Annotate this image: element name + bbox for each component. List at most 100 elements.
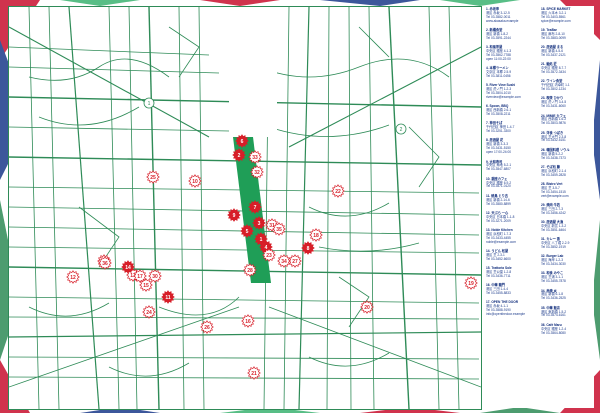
legend-entry[interactable]: 12. 天ぷら 一心 中央区 日本橋 1-1-8 Tel 03-3271-2009 xyxy=(486,211,540,224)
legend-entry-detail: Tel 03-3437-2121 xyxy=(541,52,566,57)
legend-entry[interactable]: 14. うどん 松屋 港区 芝 2-3-1 Tel 03-3452-6600 xyxy=(486,249,540,262)
legend-entry-detail: Tel 03-3508-2211 xyxy=(486,112,511,117)
map-marker-34[interactable]: 34 xyxy=(277,254,291,268)
map-marker-11[interactable]: 11 xyxy=(161,290,175,304)
legend-entry[interactable]: 30. 居酒屋 大漁 中央区 新富 1-3-2 Tel 03-3551-6464 xyxy=(541,220,594,233)
legend-entry[interactable]: 20. 居酒屋 まる 港区 新橋 4-5-6 Tel 03-3437-2121 xyxy=(541,45,594,58)
marker-number: 5 xyxy=(246,229,249,235)
legend-entry[interactable]: 23. 喫茶 ひかり 港区 虎ノ門 3-4-5 Tel 03-3431-6060 xyxy=(541,97,594,109)
legend-entry[interactable]: 3. 和風茶屋 中央区 銀座 4-1-3 Tel 03-3562-7788 open … xyxy=(486,45,540,62)
marker-number: 17 xyxy=(137,274,143,280)
legend-entry[interactable]: 4. 本郷ラーメン 文京区 本郷 2-5-9 Tel 03-3811-0456 xyxy=(486,66,540,79)
legend-entry[interactable]: 27. そば処 藤港区 浜松町 2-1-4 Tel 03-3459-2828 xyxy=(541,165,594,178)
legend-entry[interactable]: 25. 洋食 つばき 港区 芝大門 2-3-8 Tel 03-3432-5151 xyxy=(541,131,594,144)
legend-entry[interactable]: 9. 大和寿司 中央区 築地 5-2-1 Tel 03-3547-6807 xyxy=(486,160,540,173)
legend-entry-detail: Tel 03-3455-8833 xyxy=(486,290,511,295)
map-marker-16[interactable]: 16 xyxy=(241,314,255,328)
map-marker-19[interactable]: 19 xyxy=(464,276,478,290)
map-marker-30[interactable]: 30 xyxy=(148,269,162,283)
legend-entry-detail: Tel 03-3251-3300 xyxy=(486,129,511,134)
legend-entry-detail: Tel 03-3574-6161 xyxy=(541,313,566,318)
legend-panel: 1. 赤坂亭 港区 赤坂 3-12-5 Tel 03-3582-0011 www.ak… xyxy=(482,6,594,408)
legend-entry[interactable]: 29. 焼肉 牛若 港区 三田 2-7-3 Tel 03-3456-4242 xyxy=(541,203,594,216)
legend-entry[interactable]: 10. 銀座カフェ 中央区 銀座 6-9-2 Tel 03-3571-0120 xyxy=(486,177,540,190)
legend-entry[interactable]: 8. 居酒屋 花港区 新橋 3-3-3 Tel 03-3431-5150 open … xyxy=(486,139,540,155)
legend-entry[interactable]: 16. 中華 龍門 港区 三田 1-4-4 Tel 03-3455-8833 xyxy=(486,283,540,296)
marker-number: 8 xyxy=(307,246,310,252)
marker-number: 23 xyxy=(266,253,272,259)
map-marker-22[interactable]: 22 xyxy=(331,184,345,198)
legend-entry[interactable]: 26. 韓国料理 ソウル 港区 新橋 5-2-2 Tel 03-3438-7373 xyxy=(541,148,594,161)
marker-number: 12 xyxy=(70,275,76,281)
marker-number: 33 xyxy=(252,155,258,161)
marker-number: 28 xyxy=(247,268,253,274)
legend-entry[interactable]: 32. Burger Lab 港区 海岸 1-2-3 Tel 03-3434-303… xyxy=(541,254,594,267)
legend-entry-detail: spice@example.com xyxy=(541,18,571,23)
legend-entry-detail: Tel 03-3502-1234 xyxy=(541,87,566,92)
legend-entry[interactable]: 5. River View Sushi 港区 虎ノ門 1-2-3 Tel 03-35… xyxy=(486,83,540,100)
map-marker-10[interactable]: 10 xyxy=(188,174,202,188)
legend-entry-detail: Tel 03-3271-2009 xyxy=(486,218,511,223)
legend-entry[interactable]: 6. Spoon, BBQ 港区 西新橋 2-6-1 Tel 03-3508-221… xyxy=(486,104,540,117)
marker-number: 1 xyxy=(260,237,263,243)
legend-entry-detail: Tel 03-3432-5151 xyxy=(541,138,566,143)
marker-number: 3 xyxy=(258,221,261,227)
route-label-1: 1 xyxy=(143,97,155,109)
legend-entry-detail: riverview@example.com xyxy=(486,94,521,99)
legend-entry-detail: www.akasaka.example xyxy=(486,18,519,23)
marker-number: 18 xyxy=(313,233,319,239)
legend-entry-detail: Tel 03-3551-6464 xyxy=(541,227,566,232)
legend-entry-detail: Tel 03-3455-7878 xyxy=(541,279,566,284)
legend-entry-detail: Tel 03-3583-0099 xyxy=(541,35,566,40)
marker-number: 22 xyxy=(335,189,341,195)
map-marker-20[interactable]: 20 xyxy=(360,300,374,314)
legend-entry[interactable]: 33. 和食 みやこ 港区 芝浦 3-1-1 Tel 03-3455-7878 xyxy=(541,272,594,284)
legend-entry[interactable]: 7. 神田そば 千代田区 神田 1-4-7 Tel 03-3251-3300 xyxy=(486,121,540,134)
marker-number: 30 xyxy=(152,274,158,280)
legend-column-left: 1. 赤坂亭 港区 赤坂 3-12-5 Tel 03-3582-0011 www.ak… xyxy=(486,7,540,322)
legend-entry[interactable]: 13. Noble Kitchen 港区 浜松町 1-7-3 Tel 03-3433… xyxy=(486,228,540,245)
legend-entry[interactable]: 24. MIMIE カフェ 港区 西新橋 1-6-2 Tel 03-3503-987… xyxy=(541,114,594,127)
legend-entry[interactable]: 36. Café Maru 中央区 銀座 1-2-4 Tel 03-3564-808… xyxy=(541,323,594,336)
map-marker-21[interactable]: 21 xyxy=(247,366,261,380)
legend-entry[interactable]: 18. SPICE MARKET 港区 六本木 3-2-1 Tel 03-3403-… xyxy=(541,7,594,24)
marker-number: 16 xyxy=(245,319,251,325)
legend-entry[interactable]: 31. カレー 香中央区 八丁堀 2-2-9 Tel 03-3552-1919 xyxy=(541,237,594,250)
legend-entry[interactable]: 17. OPEN THE DOOR 港区 赤坂 4-1-1 Tel 03-3588-… xyxy=(486,300,540,317)
map-marker-12[interactable]: 12 xyxy=(66,270,80,284)
marker-number: 6 xyxy=(241,139,244,145)
legend-entry[interactable]: 21. 鮨処 匠中央区 銀座 8-7-7 Tel 03-3572-3434 xyxy=(541,62,594,75)
legend-entry[interactable]: 15. Trattoria Sole 港区 芝公園 1-2-8 Tel 03-343… xyxy=(486,266,540,279)
marker-number: 2 xyxy=(238,153,241,159)
legend-entry-detail: noble@example.com xyxy=(486,239,516,244)
map-marker-24[interactable]: 24 xyxy=(142,305,156,319)
legend-entry[interactable]: 35. 中華 飯店 港区 東新橋 1-5-2 Tel 03-3574-6161 xyxy=(541,306,594,319)
marker-number: 11 xyxy=(165,295,171,301)
legend-entry-detail: Tel 03-3436-7711 xyxy=(486,273,511,278)
legend-entry[interactable]: 22. ワイン食堂 千代田区 内幸町 1-1 Tel 03-3502-1234 xyxy=(541,79,594,92)
street-map[interactable]: 1 2 1 2 3 4 5 6 7 8 9 10 11 12 13 14 15 16 17 18 19 20 21 22 2… xyxy=(8,6,482,410)
marker-number: 20 xyxy=(364,305,370,311)
legend-entry[interactable]: 2. 新橋食堂 港区 新橋 1-8-2 Tel 03-3591-2244 xyxy=(486,28,540,41)
legend-entry-detail: Tel 03-3431-6060 xyxy=(541,104,566,109)
marker-number: 10 xyxy=(192,179,198,185)
legend-entry-detail: Tel 03-3452-6600 xyxy=(486,256,511,261)
map-marker-18[interactable]: 18 xyxy=(309,228,323,242)
legend-entry-detail: Tel 03-3580-8899 xyxy=(486,201,511,206)
legend-entry-detail: Tel 03-3434-3030 xyxy=(541,262,566,267)
map-marker-25[interactable]: 25 xyxy=(146,170,160,184)
marker-number: 26 xyxy=(204,325,210,331)
legend-entry[interactable]: 19. TeaBar 港区 麻布 2-8-10 Tel 03-3583-0099 xyxy=(541,28,594,41)
legend-entry[interactable]: 34. 串焼 炎港区 新橋 6-1-8 Tel 03-3436-2525 xyxy=(541,289,594,302)
legend-entry-detail: Tel 03-3571-0120 xyxy=(486,184,511,189)
park-area xyxy=(229,7,277,137)
marker-number: 36 xyxy=(102,261,108,267)
marker-number: 7 xyxy=(254,205,257,211)
map-markers: 123456789101112 1314151617181920212223242… xyxy=(66,134,478,380)
legend-entry[interactable]: 28. Bistro Vert 港区 芝 3-5-7 Tel 03-3454-151… xyxy=(541,182,594,199)
legend-entry-detail: Tel 03-3811-0456 xyxy=(486,73,511,78)
legend-entry[interactable]: 11. 焼鳥 とり吉 港区 新橋 2-14-6 Tel 03-3580-8899 xyxy=(486,194,540,207)
marker-number: 14 xyxy=(125,265,131,271)
legend-entry[interactable]: 1. 赤坂亭 港区 赤坂 3-12-5 Tel 03-3582-0011 www.ak… xyxy=(486,7,540,24)
legend-column-right: 18. SPICE MARKET 港区 六本木 3-2-1 Tel 03-3403-… xyxy=(541,7,594,341)
